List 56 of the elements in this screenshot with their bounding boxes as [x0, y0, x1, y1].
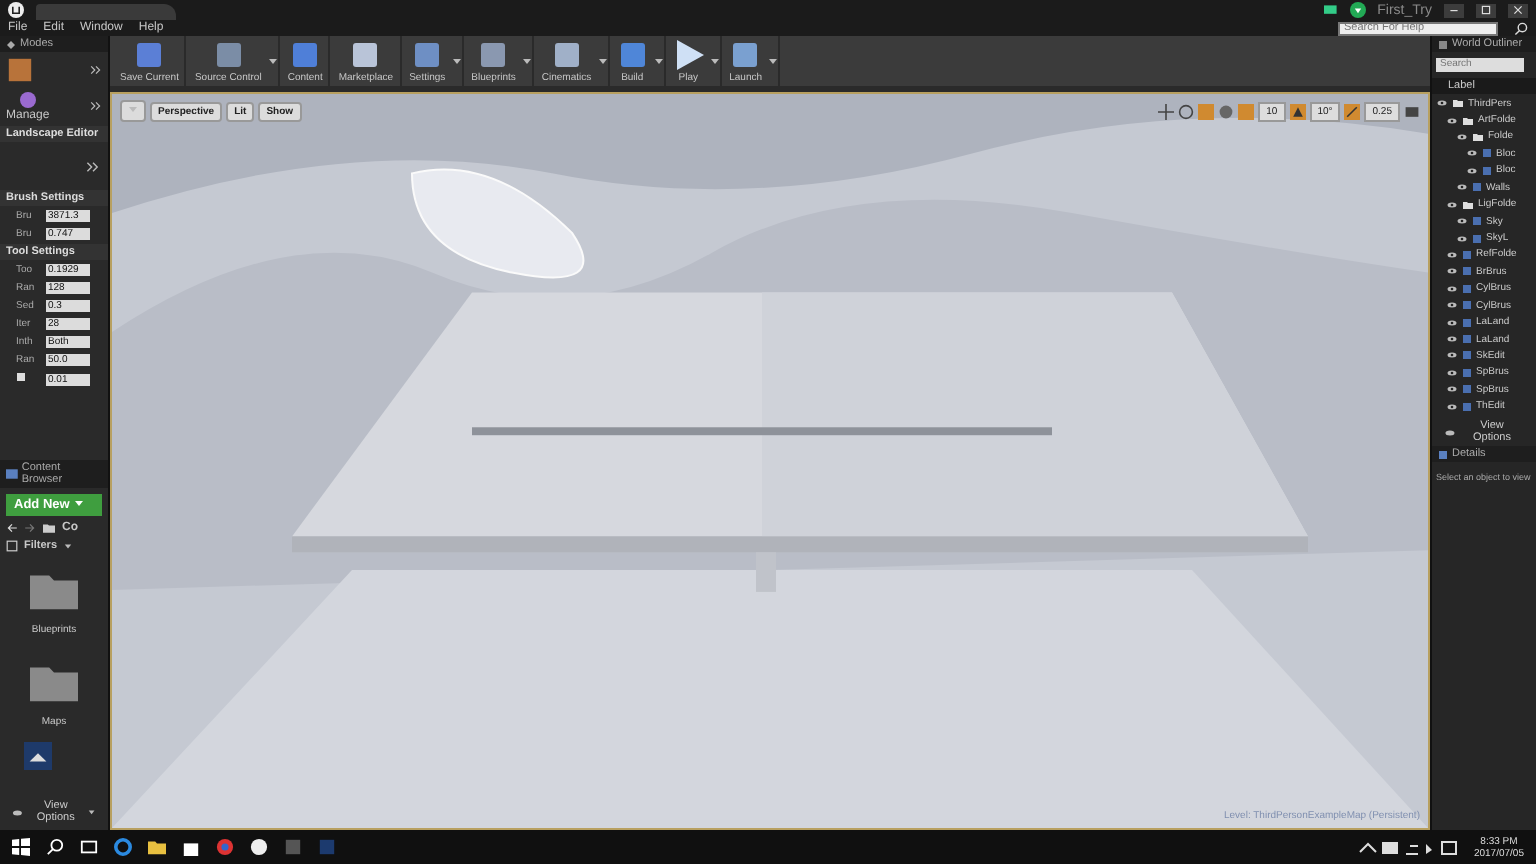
eye-icon: [1446, 249, 1458, 260]
play-icon: [673, 40, 704, 70]
eye-icon: [1446, 266, 1458, 277]
close-button[interactable]: [1508, 3, 1528, 17]
browser-icon: [114, 838, 132, 856]
checkbox-icon: [16, 372, 26, 382]
eye-icon: [1446, 115, 1458, 126]
restore-button[interactable]: [1476, 3, 1496, 17]
eye-icon: [1446, 300, 1458, 311]
caret-icon[interactable]: [709, 56, 720, 66]
minimize-button[interactable]: [1444, 3, 1464, 17]
close-icon: [1512, 4, 1524, 16]
eye-icon: [1446, 401, 1458, 412]
eye-icon: [1466, 165, 1478, 176]
folder-icon: [1462, 199, 1474, 210]
caret-icon[interactable]: [653, 56, 664, 66]
minimize-icon: [1448, 4, 1460, 16]
caret-icon[interactable]: [451, 56, 462, 66]
caret-icon: [128, 104, 138, 114]
eye-icon: [1456, 233, 1468, 244]
eye-icon: [1446, 350, 1458, 361]
folder-icon: [148, 838, 166, 856]
eye-icon: [1456, 131, 1468, 142]
caret-icon[interactable]: [768, 56, 779, 66]
tray-icon: [1357, 837, 1458, 857]
caret-icon[interactable]: [521, 56, 532, 66]
start-icon: [12, 838, 30, 856]
caret-icon: [88, 808, 96, 816]
search-icon: [1514, 21, 1528, 35]
eye-icon: [1466, 148, 1478, 159]
eye-icon: [1436, 98, 1448, 109]
caret-icon[interactable]: [597, 56, 608, 66]
task-view-icon: [80, 838, 98, 856]
eye-icon: [1444, 427, 1456, 437]
back-icon: [6, 522, 18, 534]
folder-icon: [42, 522, 56, 534]
expand-icon: [90, 64, 102, 76]
eye-icon: [1446, 199, 1458, 210]
eye-icon: [1456, 216, 1468, 227]
restore-icon: [1480, 4, 1492, 16]
move-icon: [1158, 103, 1175, 119]
eye-icon: [1446, 317, 1458, 328]
eye-icon: [1446, 367, 1458, 378]
search-icon: [46, 838, 64, 856]
rotate-icon: [1178, 103, 1195, 119]
expand-icon: [86, 159, 100, 173]
eye-icon: [1446, 384, 1458, 395]
caret-icon: [73, 498, 84, 508]
expand-icon: [90, 100, 102, 112]
eye-icon: [1446, 283, 1458, 294]
eye-icon: [1456, 182, 1468, 193]
caret-icon: [63, 542, 72, 550]
caret-icon[interactable]: [267, 56, 278, 66]
forward-icon: [24, 522, 36, 534]
eye-icon: [12, 807, 23, 817]
eye-icon: [1446, 334, 1458, 345]
